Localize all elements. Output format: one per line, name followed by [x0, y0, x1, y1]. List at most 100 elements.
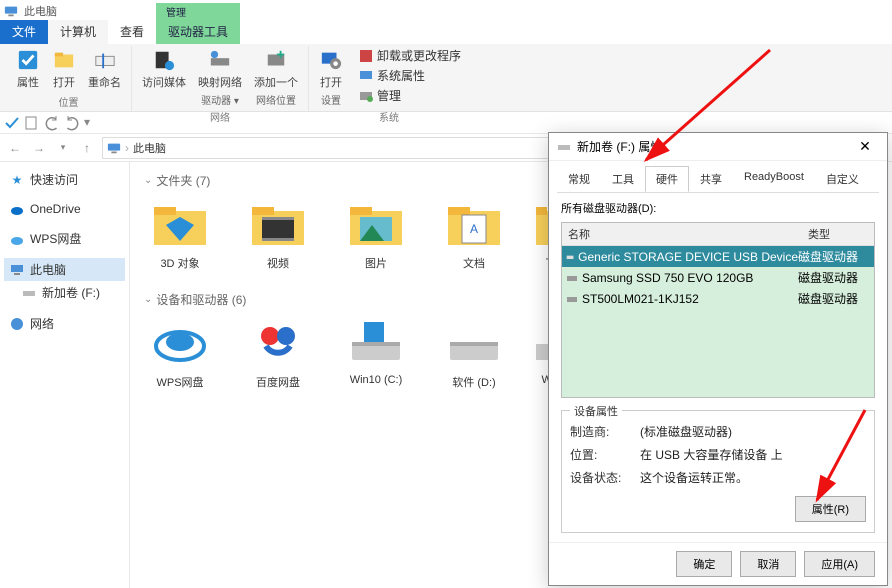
ribbon-settings-button[interactable]: 打开 设置	[315, 46, 347, 109]
apply-button[interactable]: 应用(A)	[804, 551, 875, 577]
folder-pictures-icon	[346, 197, 406, 249]
media-icon	[152, 48, 176, 72]
tab-view[interactable]: 查看	[108, 20, 156, 44]
qat-undo-icon[interactable]	[44, 115, 60, 131]
device-properties-button[interactable]: 属性(R)	[795, 496, 866, 522]
ribbon-open-label: 打开	[53, 74, 75, 90]
drive-row-2[interactable]: ST500LM021-1KJ152 磁盘驱动器	[562, 288, 874, 309]
sidebar-wps-label: WPS网盘	[30, 230, 81, 247]
folder-3dobjects[interactable]: 3D 对象	[144, 197, 216, 271]
drivelist-body: Generic STORAGE DEVICE USB Device 磁盘驱动器 …	[562, 246, 874, 398]
drivelist-label: 所有磁盘驱动器(D):	[561, 200, 875, 216]
qat-new-icon[interactable]	[24, 115, 40, 131]
ribbon-addloc-label2: 网络位置	[256, 92, 296, 107]
drive-c-label: Win10 (C:)	[350, 374, 403, 386]
status-key: 设备状态:	[570, 469, 640, 486]
breadcrumb-thispc[interactable]: 此电脑	[133, 140, 166, 156]
drive-d-label: 软件 (D:)	[452, 374, 495, 390]
qat-redo-icon[interactable]	[64, 115, 80, 131]
settings-icon	[319, 48, 343, 72]
ribbon-group-location-label: 位置	[59, 94, 79, 111]
tab-tools[interactable]: 工具	[601, 166, 645, 192]
tab-hardware[interactable]: 硬件	[645, 166, 689, 192]
baidu-icon	[248, 316, 308, 368]
nav-up-button[interactable]: ↑	[78, 139, 96, 157]
ribbon-mapnet-label: 映射网络	[198, 74, 242, 90]
qat-check-icon[interactable]	[4, 115, 20, 131]
ribbon-sysprops-label: 系统属性	[377, 67, 425, 84]
drive-baidu[interactable]: 百度网盘	[242, 316, 314, 390]
col-type[interactable]: 类型	[802, 223, 874, 245]
drive-wps-label: WPS网盘	[156, 374, 203, 390]
tab-computer[interactable]: 计算机	[48, 20, 108, 44]
cancel-button[interactable]: 取消	[740, 551, 796, 577]
ribbon-addloc-button[interactable]: 添加一个 网络位置	[250, 46, 302, 109]
drive-row-0[interactable]: Generic STORAGE DEVICE USB Device 磁盘驱动器	[562, 246, 874, 267]
uninstall-icon	[359, 49, 373, 63]
dialog-body: 所有磁盘驱动器(D): 名称 类型 Generic STORAGE DEVICE…	[549, 192, 887, 542]
sidebar-item-network[interactable]: 网络	[4, 312, 125, 335]
drivelist-header: 名称 类型	[562, 223, 874, 246]
drive-c-icon	[346, 316, 406, 368]
sidebar-item-quick[interactable]: ★快速访问	[4, 168, 125, 191]
tab-readyboost[interactable]: ReadyBoost	[733, 166, 815, 192]
ribbon-properties-label: 属性	[17, 74, 39, 90]
cloud-icon	[10, 202, 24, 216]
dialog-titlebar[interactable]: 新加卷 (F:) 属性 ✕	[549, 133, 887, 161]
properties-dialog: 新加卷 (F:) 属性 ✕ 常规 工具 硬件 共享 ReadyBoost 自定义…	[548, 132, 888, 586]
ribbon-manage-button[interactable]: 管理	[357, 86, 463, 105]
pc-icon	[4, 4, 18, 18]
ribbon-group-system-label: 系统	[379, 109, 399, 126]
drive-row-0-name: Generic STORAGE DEVICE USB Device	[578, 250, 798, 264]
ribbon-sysprops-button[interactable]: 系统属性	[357, 66, 463, 85]
sidebar-item-wps[interactable]: WPS网盘	[4, 227, 125, 250]
ribbon-mapnet-button[interactable]: 映射网络 驱动器 ▾	[194, 46, 246, 109]
tab-general[interactable]: 常规	[557, 166, 601, 192]
folder-pictures-label: 图片	[365, 255, 387, 271]
nav-back-button[interactable]: ←	[6, 139, 24, 157]
qat-dropdown-icon[interactable]: ▾	[84, 115, 100, 131]
ribbon-addloc-label: 添加一个	[254, 74, 298, 90]
folder-documents-icon: A	[444, 197, 504, 249]
drive-d[interactable]: 软件 (D:)	[438, 316, 510, 390]
nav-recent-button[interactable]: ▾	[54, 139, 72, 157]
ribbon-settings-label2: 设置	[321, 92, 341, 107]
ribbon-uninstall-button[interactable]: 卸载或更改程序	[357, 46, 463, 65]
ribbon-rename-button[interactable]: 重命名	[84, 46, 125, 92]
drive-row-0-type: 磁盘驱动器	[798, 248, 870, 265]
drive-list[interactable]: 名称 类型 Generic STORAGE DEVICE USB Device …	[561, 222, 875, 398]
ribbon-tabs: 文件 计算机 查看 管理 驱动器工具	[0, 22, 892, 44]
tab-custom[interactable]: 自定义	[815, 166, 870, 192]
disk-icon	[566, 293, 578, 305]
tab-sharing[interactable]: 共享	[689, 166, 733, 192]
sidebar-item-thispc[interactable]: 此电脑	[4, 258, 125, 281]
nav-forward-button[interactable]: →	[30, 139, 48, 157]
ribbon-open-button[interactable]: 打开	[48, 46, 80, 92]
drive-icon	[557, 140, 571, 154]
folder-documents[interactable]: A 文档	[438, 197, 510, 271]
ribbon-group-location: 属性 打开 重命名 位置	[6, 46, 132, 111]
section-folders-label: 文件夹 (7)	[156, 172, 210, 189]
folder-pictures[interactable]: 图片	[340, 197, 412, 271]
folder-videos-icon	[248, 197, 308, 249]
manage-icon	[359, 89, 373, 103]
col-name[interactable]: 名称	[562, 223, 802, 245]
sidebar-item-drive-f[interactable]: 新加卷 (F:)	[4, 281, 125, 304]
sidebar-network-label: 网络	[30, 315, 54, 332]
drive-c[interactable]: Win10 (C:)	[340, 316, 412, 390]
dialog-title: 新加卷 (F:) 属性	[577, 138, 662, 155]
sidebar-item-onedrive[interactable]: OneDrive	[4, 199, 125, 219]
manufacturer-key: 制造商:	[570, 423, 640, 440]
drive-wps[interactable]: WPS网盘	[144, 316, 216, 390]
dialog-close-button[interactable]: ✕	[851, 136, 879, 158]
ok-button[interactable]: 确定	[676, 551, 732, 577]
tab-drive-tools[interactable]: 驱动器工具	[156, 20, 240, 44]
folder-videos[interactable]: 视频	[242, 197, 314, 271]
ribbon-properties-button[interactable]: 属性	[12, 46, 44, 92]
drive-row-1[interactable]: Samsung SSD 750 EVO 120GB 磁盘驱动器	[562, 267, 874, 288]
open-icon	[52, 48, 76, 72]
tab-file[interactable]: 文件	[0, 20, 48, 44]
pc-icon	[107, 141, 121, 155]
ribbon-media-button[interactable]: 访问媒体	[138, 46, 190, 109]
quick-access-toolbar: ▾	[0, 112, 892, 134]
